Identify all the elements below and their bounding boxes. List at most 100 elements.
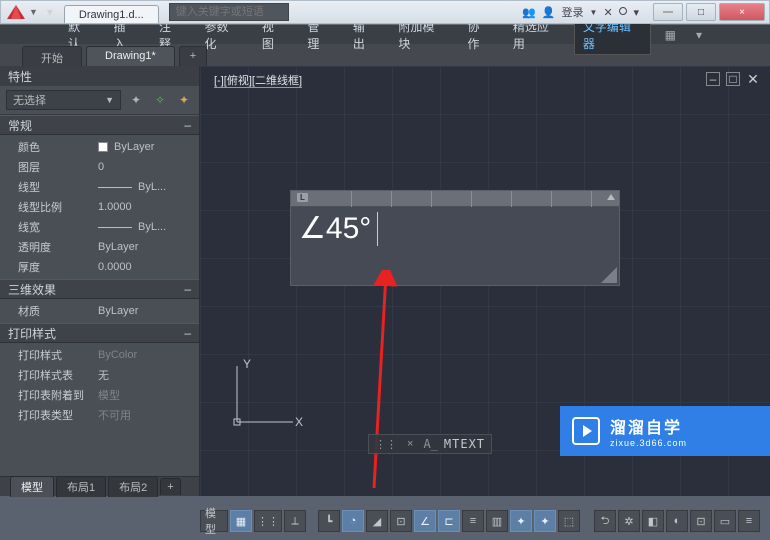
group-plot[interactable]: 打印样式 – [0, 323, 199, 343]
collapse-icon: – [184, 118, 191, 132]
ruler-marker-icon[interactable] [607, 194, 615, 200]
selection-row: 无选择 ▼ ✦ ✧ ✦ [0, 86, 199, 115]
app-menu-dropdown-icon[interactable]: ▼ [29, 7, 38, 17]
doc-tab-new[interactable]: + [179, 46, 207, 66]
resize-handle[interactable] [601, 267, 617, 283]
prop-plottable[interactable]: 打印样式表无 [0, 365, 199, 385]
layout-tabs: 模型 布局1 布局2 + [0, 476, 199, 496]
login-label[interactable]: 登录 [562, 4, 584, 20]
viewport-maximize-icon[interactable]: □ [726, 72, 740, 86]
autodesk-icon[interactable]: ⭘ [619, 6, 628, 19]
toggle-pickadd-icon[interactable]: ✦ [175, 91, 193, 109]
status-grid-icon[interactable]: ▦ [230, 510, 252, 532]
status-customize-icon[interactable]: ≡ [738, 510, 760, 532]
viewport-label-c[interactable]: [二维线框] [252, 75, 302, 88]
group-3d[interactable]: 三维效果 – [0, 279, 199, 299]
status-autosnap-icon[interactable]: ∠ [414, 510, 436, 532]
status-lineweight-icon[interactable]: ≡ [462, 510, 484, 532]
prop-thickness[interactable]: 厚度0.0000 [0, 257, 199, 277]
brand-name: 溜溜自学 [610, 414, 687, 438]
status-annoscale-icon[interactable]: ⮌ [594, 510, 616, 532]
layout-tab-model[interactable]: 模型 [10, 476, 54, 497]
titlebar-right: 👥 👤 登录 ▼ ✕ ⭘ ▾ □ × [522, 3, 769, 21]
status-polar-icon[interactable]: ◔ [342, 510, 364, 532]
prop-plottype[interactable]: 打印表类型不可用 [0, 405, 199, 425]
layout-tab-2[interactable]: 布局2 [108, 476, 158, 497]
prop-lineweight[interactable]: 线宽ByL... [0, 217, 199, 237]
group-general[interactable]: 常规 – [0, 115, 199, 135]
viewport-minimize-icon[interactable]: – [706, 72, 720, 86]
text-ruler[interactable]: L [291, 191, 619, 207]
exchange-icon[interactable]: ✕ [603, 6, 612, 19]
command-prompt: A_ [423, 437, 437, 451]
status-dynamic-input-icon[interactable]: ✦ [510, 510, 532, 532]
layout-tab-1[interactable]: 布局1 [56, 476, 106, 497]
quick-access-toolbar: ▾ [42, 4, 58, 20]
title-doc-tabs: Drawing1.d... [64, 1, 161, 23]
ribbon-panel-icon[interactable]: ▦ [657, 26, 684, 44]
status-lock-icon[interactable]: ◧ [642, 510, 664, 532]
prop-material[interactable]: 材质ByLayer [0, 301, 199, 321]
prop-linetype[interactable]: 线型ByL... [0, 177, 199, 197]
minimize-button[interactable] [653, 3, 683, 21]
status-hardware-icon[interactable]: ◐ [666, 510, 688, 532]
status-cleanscreen-icon[interactable]: ▭ [714, 510, 736, 532]
mtext-content[interactable]: ∠45° [291, 207, 619, 250]
layout-tab-add[interactable]: + [160, 478, 180, 495]
mtext-editor[interactable]: L ∠45° [290, 190, 620, 286]
prop-ltscale[interactable]: 线型比例1.0000 [0, 197, 199, 217]
viewport-controls: – □ ✕ [706, 72, 760, 86]
svg-text:X: X [295, 415, 303, 429]
group-3d-body: 材质ByLayer [0, 299, 199, 323]
ribbon-collapse-icon[interactable]: ▾ [688, 26, 710, 44]
status-isodraft-icon[interactable]: ◢ [366, 510, 388, 532]
brand-url: zixue.3d66.com [610, 438, 687, 448]
prop-layer[interactable]: 图层0 [0, 157, 199, 177]
commandline-grip-icon[interactable]: ⋮⋮ [375, 438, 397, 451]
viewport-label-b[interactable]: [俯视] [224, 75, 252, 88]
status-snapmode-icon[interactable]: ⋮⋮ [254, 510, 282, 532]
status-otrack-icon[interactable]: ⊏ [438, 510, 460, 532]
login-dropdown-icon[interactable]: ▼ [590, 8, 598, 17]
selection-dropdown[interactable]: 无选择 ▼ [6, 90, 121, 110]
status-selection-cycling-icon[interactable]: ✦ [534, 510, 556, 532]
search-input[interactable] [169, 3, 289, 21]
status-workspace-icon[interactable]: ✲ [618, 510, 640, 532]
doc-tab-current[interactable]: Drawing1* [86, 46, 175, 66]
select-objects-icon[interactable]: ✧ [151, 91, 169, 109]
app-logo[interactable] [1, 1, 31, 23]
lineweight-preview [98, 227, 132, 228]
status-model-button[interactable]: 模型 [200, 510, 228, 532]
viewport-close-icon[interactable]: ✕ [746, 72, 760, 86]
title-doc-tab[interactable]: Drawing1.d... [64, 5, 159, 23]
status-ortho-icon[interactable]: ┗ [318, 510, 340, 532]
close-button[interactable]: × [719, 3, 765, 21]
viewport-label[interactable]: [-][俯视][二维线框] [214, 72, 302, 88]
linetype-preview [98, 187, 132, 188]
window-controls: □ × [653, 3, 765, 21]
prop-plotstyle[interactable]: 打印样式ByColor [0, 345, 199, 365]
user-icon[interactable]: 👤 [542, 6, 556, 19]
command-line[interactable]: ⋮⋮ × A_ MTEXT [368, 434, 492, 454]
drawing-canvas[interactable]: [-][俯视][二维线框] – □ ✕ L ∠45° Y X [200, 66, 770, 496]
commandline-close-icon[interactable]: × [407, 438, 413, 450]
maximize-button[interactable]: □ [686, 3, 716, 21]
selection-dropdown-label: 无选择 [13, 92, 46, 108]
infocenter-icon[interactable]: 👥 [522, 6, 536, 19]
qat-item[interactable]: ▾ [42, 4, 58, 20]
status-osnap-icon[interactable]: ⊡ [390, 510, 412, 532]
status-infer-icon[interactable]: ⟂ [284, 510, 306, 532]
quick-select-icon[interactable]: ✦ [127, 91, 145, 109]
ucs-icon: Y X [225, 354, 305, 434]
status-3dosnap-icon[interactable]: ⬚ [558, 510, 580, 532]
doc-tab-start[interactable]: 开始 [22, 46, 82, 66]
status-isolate-icon[interactable]: ⊡ [690, 510, 712, 532]
cart-dropdown-icon[interactable]: ▾ [633, 6, 639, 19]
prop-plotattach[interactable]: 打印表附着到模型 [0, 385, 199, 405]
ruler-left-marker[interactable]: L [297, 193, 308, 202]
prop-color[interactable]: 颜色ByLayer [0, 137, 199, 157]
play-icon [572, 417, 600, 445]
viewport-label-a[interactable]: [-] [214, 75, 224, 88]
prop-transparency[interactable]: 透明度ByLayer [0, 237, 199, 257]
status-transparency-icon[interactable]: ▥ [486, 510, 508, 532]
